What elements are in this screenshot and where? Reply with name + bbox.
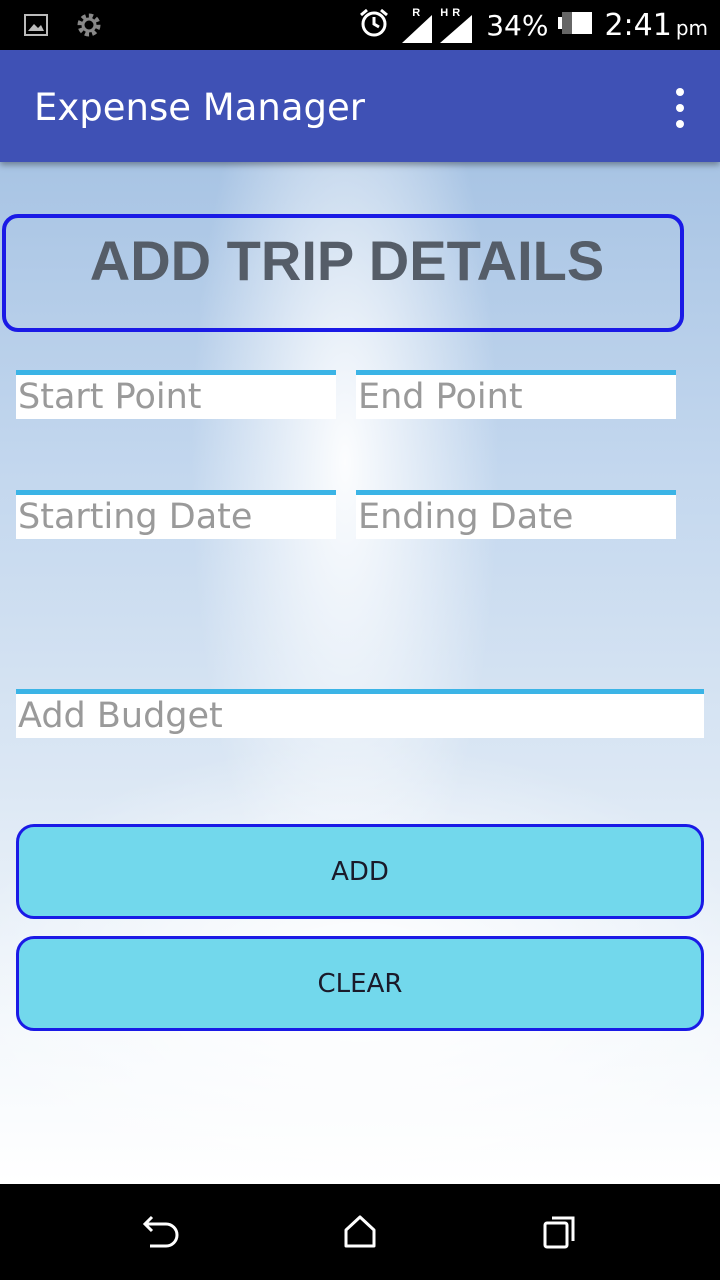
status-bar: R H R 34% 2:41 pm xyxy=(0,0,720,50)
heading-box: ADD TRIP DETAILS xyxy=(2,214,684,332)
add-button[interactable]: ADD xyxy=(16,824,704,919)
app-title: Expense Manager xyxy=(34,86,365,129)
gear-icon xyxy=(74,10,104,45)
ending-date-field xyxy=(356,490,676,539)
battery-percent: 34% xyxy=(486,8,549,42)
starting-date-input[interactable] xyxy=(16,495,336,539)
end-point-input[interactable] xyxy=(356,375,676,419)
starting-date-field xyxy=(16,490,336,539)
ending-date-input[interactable] xyxy=(356,495,676,539)
back-icon[interactable] xyxy=(140,1212,180,1252)
end-point-field xyxy=(356,370,676,419)
status-left xyxy=(24,10,104,45)
overflow-menu-icon[interactable] xyxy=(670,88,690,128)
page-title: ADD TRIP DETAILS xyxy=(89,229,605,292)
app-bar: Expense Manager xyxy=(0,50,720,162)
overflow-dot xyxy=(676,88,684,96)
image-icon xyxy=(24,14,48,41)
alarm-icon xyxy=(358,7,390,44)
battery-icon xyxy=(558,11,594,40)
budget-input[interactable] xyxy=(16,694,704,738)
content-area: ADD TRIP DETAILS ADD CLEAR xyxy=(0,162,720,1184)
clock: 2:41 pm xyxy=(604,7,708,43)
start-point-input[interactable] xyxy=(16,375,336,419)
overflow-dot xyxy=(676,120,684,128)
start-point-field xyxy=(16,370,336,419)
home-icon[interactable] xyxy=(340,1212,380,1252)
navigation-bar xyxy=(0,1184,720,1280)
signal-icon: R H R xyxy=(400,5,476,45)
budget-field xyxy=(16,689,704,738)
status-right: R H R 34% 2:41 pm xyxy=(358,0,708,50)
overflow-dot xyxy=(676,104,684,112)
clear-button[interactable]: CLEAR xyxy=(16,936,704,1031)
recents-icon[interactable] xyxy=(540,1212,580,1252)
